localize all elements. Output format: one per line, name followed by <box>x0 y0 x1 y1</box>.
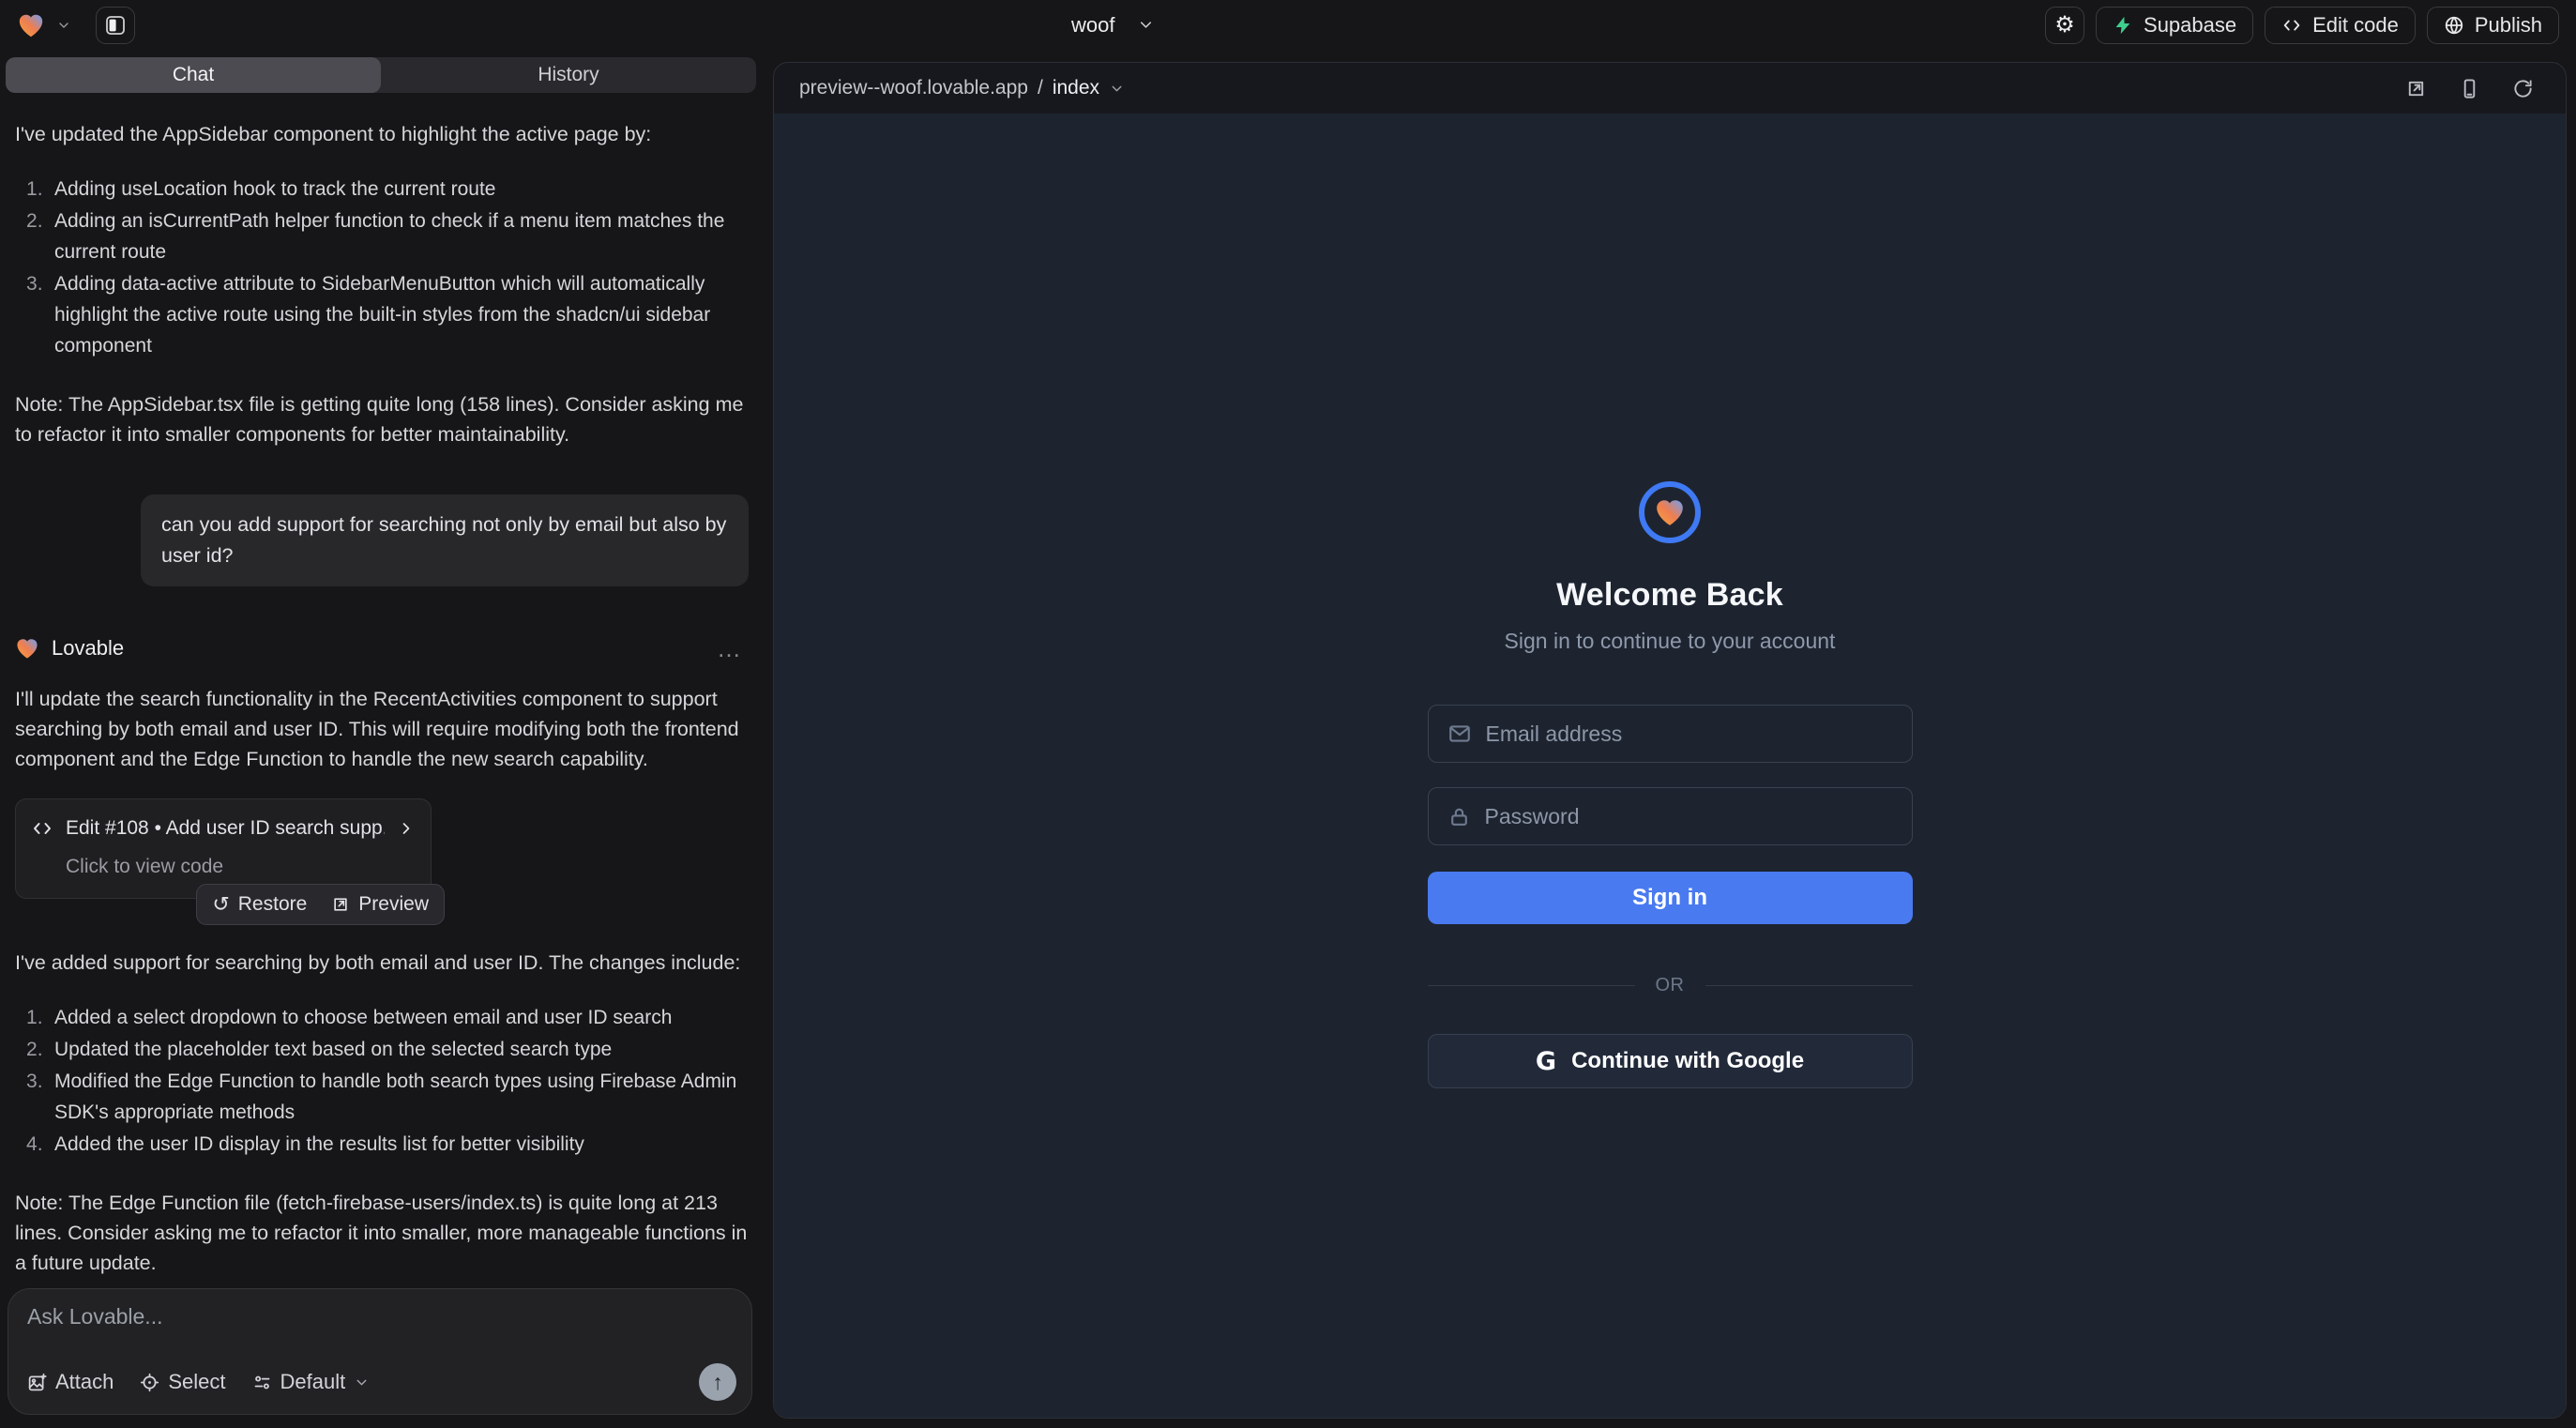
preview-url-bar: preview--woof.lovable.app / index <box>774 63 2566 114</box>
list-item: Adding useLocation hook to track the cur… <box>15 174 749 205</box>
sidebar-panel-icon <box>104 14 127 37</box>
list-item: Updated the placeholder text based on th… <box>15 1034 749 1065</box>
preview-pane: preview--woof.lovable.app / index <box>773 62 2567 1419</box>
email-field-wrap <box>1428 705 1913 763</box>
lock-icon <box>1447 805 1471 828</box>
select-button[interactable]: Select <box>140 1370 225 1394</box>
mode-selector-button[interactable]: Default <box>252 1370 371 1394</box>
target-icon <box>140 1373 159 1392</box>
assistant-paragraph: I'll update the search functionality in … <box>15 684 749 774</box>
version-actions: ↺ Restore Preview <box>196 884 445 925</box>
globe-icon <box>2444 15 2464 36</box>
preview-route: index <box>1053 77 1099 99</box>
supabase-icon <box>2113 15 2133 36</box>
sliders-icon <box>252 1373 272 1392</box>
code-icon <box>2281 15 2302 36</box>
topbar: woof ⚙ Supabase Edit code Publish <box>0 0 2576 50</box>
list-item: Adding an isCurrentPath helper function … <box>15 205 749 267</box>
preview-url: preview--woof.lovable.app <box>799 77 1028 99</box>
or-divider: OR <box>1428 975 1913 996</box>
assistant-list: Added a select dropdown to choose betwee… <box>15 1002 749 1160</box>
password-input[interactable] <box>1485 804 1893 829</box>
assistant-paragraph: I've updated the AppSidebar component to… <box>15 119 749 149</box>
toggle-sidebar-button[interactable] <box>96 7 135 44</box>
chevron-right-icon <box>397 819 416 838</box>
settings-button[interactable]: ⚙ <box>2045 7 2084 44</box>
project-switcher[interactable]: woof <box>1071 0 1155 50</box>
project-chevron-down-icon <box>1137 16 1155 34</box>
chat-messages[interactable]: I've updated the AppSidebar component to… <box>0 93 762 1279</box>
restore-button[interactable]: ↺ Restore <box>212 893 307 916</box>
list-item: Added a select dropdown to choose betwee… <box>15 1002 749 1033</box>
lovable-logo-icon[interactable] <box>17 11 45 39</box>
chat-panel: Chat History I've updated the AppSidebar… <box>0 50 762 1428</box>
assistant-header: Lovable … <box>15 633 749 663</box>
gear-icon: ⚙ <box>2054 11 2075 38</box>
password-field-wrap <box>1428 787 1913 845</box>
project-name: woof <box>1071 13 1114 38</box>
signin-title: Welcome Back <box>1556 577 1783 614</box>
app-logo <box>1639 481 1701 543</box>
sign-in-button[interactable]: Sign in <box>1428 872 1913 924</box>
send-button[interactable]: ↑ <box>699 1363 736 1401</box>
tab-history[interactable]: History <box>381 57 756 93</box>
chevron-down-icon <box>1109 81 1125 97</box>
google-icon: G <box>1536 1047 1556 1076</box>
smartphone-icon <box>2459 78 2480 99</box>
list-item: Modified the Edge Function to handle bot… <box>15 1066 749 1128</box>
heart-icon <box>1654 496 1686 528</box>
signin-subtitle: Sign in to continue to your account <box>1505 629 1836 654</box>
preview-button[interactable]: Preview <box>331 893 429 916</box>
refresh-button[interactable] <box>2508 74 2538 103</box>
workspace-chevron-down-icon[interactable] <box>56 18 71 33</box>
open-in-new-tab-button[interactable] <box>2402 74 2431 103</box>
lovable-avatar-icon <box>15 636 39 661</box>
chevron-down-icon <box>354 1375 370 1390</box>
divider-line <box>1705 985 1913 986</box>
refresh-icon <box>2512 78 2534 99</box>
arrow-up-icon: ↑ <box>712 1370 723 1395</box>
chat-input[interactable] <box>27 1304 736 1359</box>
edit-card-subtitle: Click to view code <box>31 852 416 882</box>
code-icon <box>31 817 53 840</box>
tab-chat[interactable]: Chat <box>6 57 381 93</box>
signin-card: Welcome Back Sign in to continue to your… <box>1428 481 1913 1418</box>
publish-button[interactable]: Publish <box>2427 7 2559 44</box>
preview-url-selector[interactable]: preview--woof.lovable.app / index <box>799 77 1125 99</box>
continue-with-google-button[interactable]: G Continue with Google <box>1428 1034 1913 1088</box>
external-link-icon <box>2405 78 2427 99</box>
message-more-icon[interactable]: … <box>717 633 749 663</box>
assistant-name: Lovable <box>52 633 124 663</box>
user-message-bubble: can you add support for searching not on… <box>141 494 749 586</box>
assistant-list: Adding useLocation hook to track the cur… <box>15 174 749 361</box>
chat-history-tabs: Chat History <box>6 57 756 93</box>
attach-image-icon <box>27 1373 47 1392</box>
list-item: Adding data-active attribute to SidebarM… <box>15 268 749 361</box>
envelope-icon <box>1447 722 1472 746</box>
assistant-paragraph: I've added support for searching by both… <box>15 948 749 978</box>
assistant-note: Note: The AppSidebar.tsx file is getting… <box>15 389 749 449</box>
assistant-note: Note: The Edge Function file (fetch-fire… <box>15 1188 749 1278</box>
list-item: Added the user ID display in the results… <box>15 1129 749 1160</box>
edit-card-title: Edit #108 • Add user ID search supp... <box>66 813 385 843</box>
email-input[interactable] <box>1486 722 1893 747</box>
divider-line <box>1428 985 1635 986</box>
preview-viewport: Welcome Back Sign in to continue to your… <box>774 114 2566 1418</box>
mobile-view-button[interactable] <box>2455 74 2484 103</box>
attach-button[interactable]: Attach <box>27 1370 114 1394</box>
restore-icon: ↺ <box>212 895 229 914</box>
external-link-icon <box>331 895 350 914</box>
chat-composer: Attach Select Default <box>8 1288 752 1415</box>
supabase-button[interactable]: Supabase <box>2096 7 2253 44</box>
edit-code-button[interactable]: Edit code <box>2265 7 2416 44</box>
